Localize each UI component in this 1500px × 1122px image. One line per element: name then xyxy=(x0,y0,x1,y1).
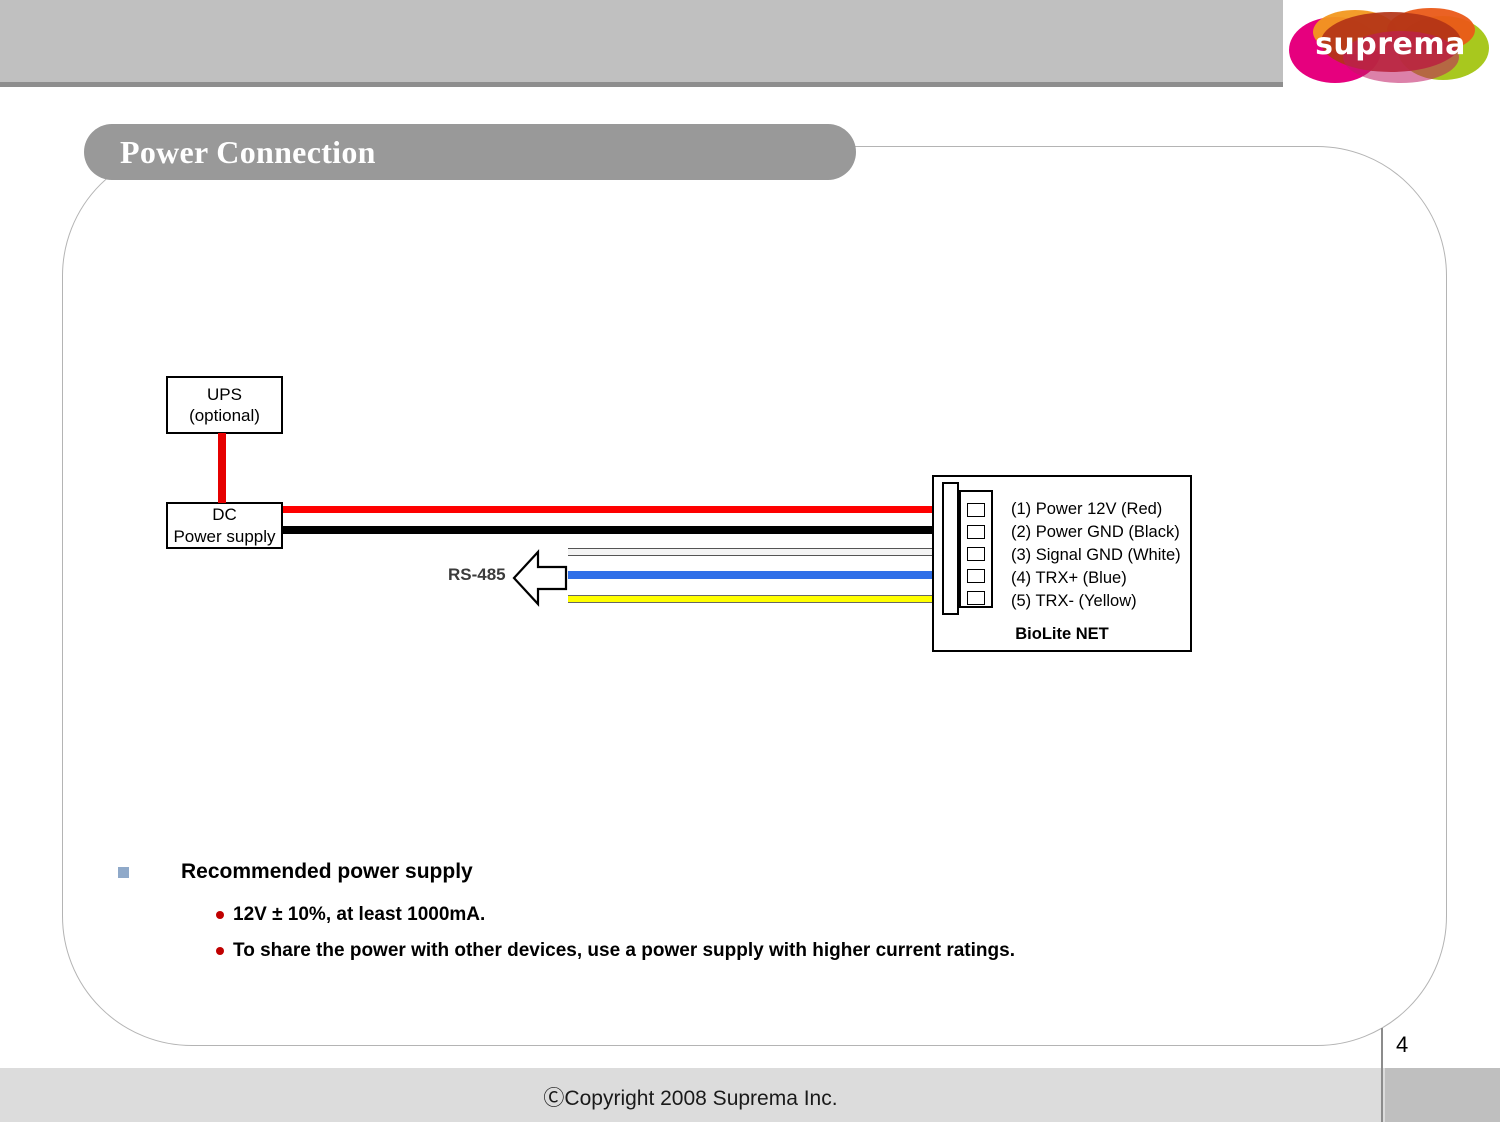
bullet-sub-text-1: 12V ± 10%, at least 1000mA. xyxy=(233,904,486,925)
bullet-sub-item: To share the power with other devices, u… xyxy=(216,940,1318,962)
header-divider-rule xyxy=(0,82,1283,87)
suprema-logo-glyph xyxy=(1289,8,1489,83)
bullet-heading-text: Recommended power supply xyxy=(181,860,473,883)
bullet-list: Recommended power supply 12V ± 10%, at l… xyxy=(118,860,1318,976)
bullet-sub-text-2: To share the power with other devices, u… xyxy=(233,940,1015,961)
bullet-sub-item: 12V ± 10%, at least 1000mA. xyxy=(216,904,1318,926)
dot-bullet-icon xyxy=(216,911,224,919)
copyright-text: ⒸCopyright 2008 Suprema Inc. xyxy=(543,1087,838,1110)
square-bullet-icon xyxy=(118,866,129,878)
page-title: Power Connection xyxy=(120,133,376,170)
bullet-heading-row: Recommended power supply xyxy=(118,860,1318,884)
dot-bullet-icon xyxy=(216,947,224,955)
footer-vertical-divider xyxy=(1381,1028,1383,1122)
suprema-logo: suprema xyxy=(1283,2,1498,87)
page-number: 4 xyxy=(1396,1032,1409,1057)
footer-right-block xyxy=(1385,1068,1500,1122)
slide-title-banner: Power Connection xyxy=(84,124,856,180)
header-bar xyxy=(0,0,1283,82)
